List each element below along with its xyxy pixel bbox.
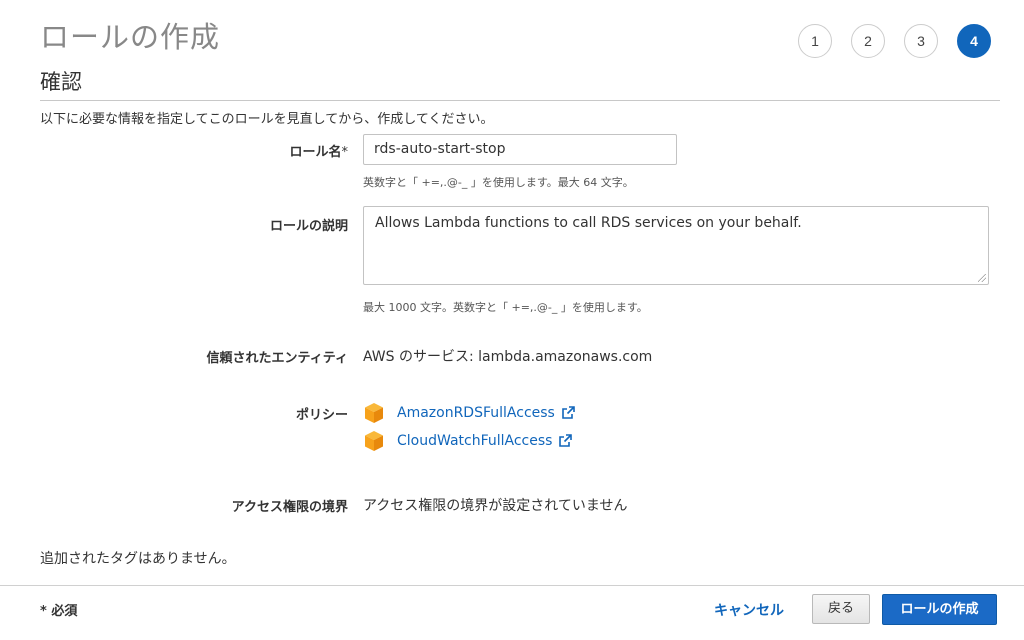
required-mark: *	[341, 145, 349, 160]
role-name-label-text: ロール名	[289, 145, 342, 160]
section-title: 確認	[40, 70, 82, 94]
tags-note: 追加されたタグはありません。	[40, 551, 236, 567]
role-name-input[interactable]: rds-auto-start-stop	[363, 134, 677, 165]
step-3[interactable]: 3	[904, 24, 938, 58]
permissions-boundary-label: アクセス権限の境界	[231, 500, 348, 515]
step-1[interactable]: 1	[798, 24, 832, 58]
intro-text: 以下に必要な情報を指定してこのロールを見直してから、作成してください。	[40, 112, 494, 127]
role-name-hint: 英数字と「 +=,.@-_ 」を使用します。最大 64 文字。	[363, 176, 634, 189]
resize-grip-icon[interactable]	[978, 274, 986, 282]
role-description-label: ロールの説明	[269, 219, 348, 234]
section-divider	[40, 100, 1000, 101]
create-role-button[interactable]: ロールの作成	[882, 594, 997, 625]
step-2[interactable]: 2	[851, 24, 885, 58]
policy-item: CloudWatchFullAccess	[363, 430, 573, 452]
cancel-button[interactable]: キャンセル	[714, 600, 784, 620]
policy-item: AmazonRDSFullAccess	[363, 402, 575, 424]
policy-cube-icon	[365, 403, 383, 423]
footer-divider	[0, 585, 1024, 586]
role-description-hint: 最大 1000 文字。英数字と「 +=,.@-_ 」を使用します。	[363, 301, 648, 314]
permissions-boundary-value: アクセス権限の境界が設定されていません	[363, 498, 628, 514]
role-description-text: Allows Lambda functions to call RDS serv…	[375, 215, 802, 231]
policy-link-amazonrdsfullaccess[interactable]: AmazonRDSFullAccess	[397, 405, 555, 421]
step-4-active[interactable]: 4	[957, 24, 991, 58]
trusted-entity-label: 信頼されたエンティティ	[206, 351, 348, 366]
page-title: ロールの作成	[40, 20, 221, 54]
policy-link-cloudwatchfullaccess[interactable]: CloudWatchFullAccess	[397, 433, 552, 449]
policy-cube-icon	[365, 431, 383, 451]
trusted-entity-value: AWS のサービス: lambda.amazonaws.com	[363, 349, 653, 365]
back-button[interactable]: 戻る	[812, 594, 870, 624]
required-note: * 必須	[40, 604, 78, 619]
role-name-label: ロール名*	[289, 141, 348, 160]
external-link-icon[interactable]	[558, 434, 573, 448]
policies-label: ポリシー	[295, 408, 348, 423]
external-link-icon[interactable]	[561, 406, 575, 420]
role-description-textarea[interactable]: Allows Lambda functions to call RDS serv…	[363, 206, 989, 285]
